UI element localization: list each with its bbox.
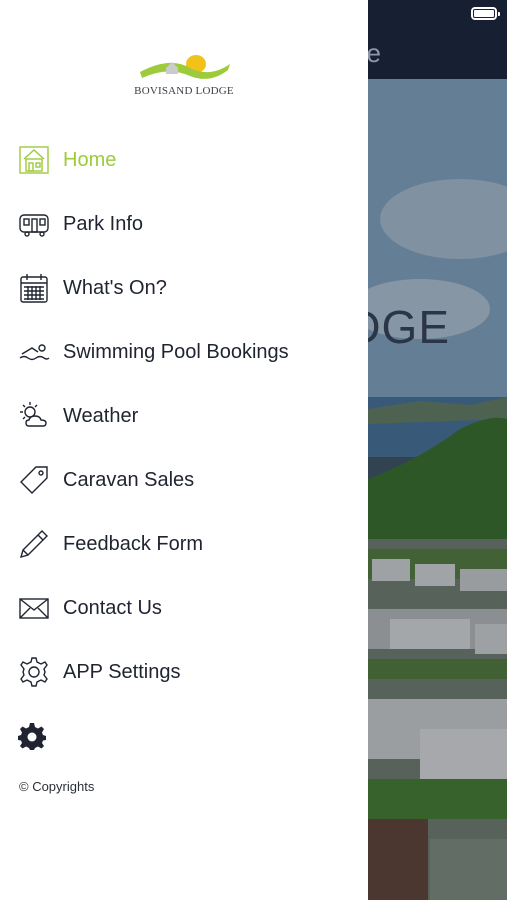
battery-icon xyxy=(471,7,500,20)
menu-item-weather[interactable]: Weather xyxy=(0,384,368,448)
copyright-text: © Copyrights xyxy=(19,779,95,794)
menu-item-label: Weather xyxy=(63,405,139,427)
tag-icon xyxy=(17,464,51,496)
menu-item-park-info[interactable]: Park Info xyxy=(0,192,368,256)
menu-item-label: Caravan Sales xyxy=(63,469,195,491)
menu-item-caravan-sales[interactable]: Caravan Sales xyxy=(0,448,368,512)
side-drawer: BOVISAND LODGE Home Park Info What's On?… xyxy=(0,0,368,900)
swimmer-icon xyxy=(17,336,51,368)
menu-item-home[interactable]: Home xyxy=(0,128,368,192)
caravan-icon xyxy=(17,208,51,240)
menu-item-whats-on[interactable]: What's On? xyxy=(0,256,368,320)
pencil-icon xyxy=(17,528,51,560)
menu-item-label: Swimming Pool Bookings xyxy=(63,341,289,363)
background-title: e xyxy=(366,38,381,68)
logo-icon xyxy=(140,55,230,79)
menu-item-label: Feedback Form xyxy=(63,533,204,555)
menu-item-app-settings[interactable]: APP Settings xyxy=(0,640,368,704)
brand-name: BOVISAND LODGE xyxy=(134,85,234,97)
settings-gear-icon xyxy=(17,656,51,688)
menu-item-swimming-pool-bookings[interactable]: Swimming Pool Bookings xyxy=(0,320,368,384)
menu-item-contact-us[interactable]: Contact Us xyxy=(0,576,368,640)
envelope-icon xyxy=(17,592,51,624)
weather-icon xyxy=(17,400,51,432)
calendar-icon xyxy=(17,272,51,304)
brand-logo: BOVISAND LODGE xyxy=(120,50,248,100)
menu-item-label: Contact Us xyxy=(63,597,162,619)
menu-item-label: Park Info xyxy=(63,213,144,235)
gear-icon[interactable] xyxy=(18,722,46,750)
menu-item-feedback-form[interactable]: Feedback Form xyxy=(0,512,368,576)
menu-item-label: Home xyxy=(63,149,117,171)
menu-item-label: APP Settings xyxy=(63,661,181,683)
menu-item-label: What's On? xyxy=(63,277,167,299)
home-icon xyxy=(17,144,51,176)
